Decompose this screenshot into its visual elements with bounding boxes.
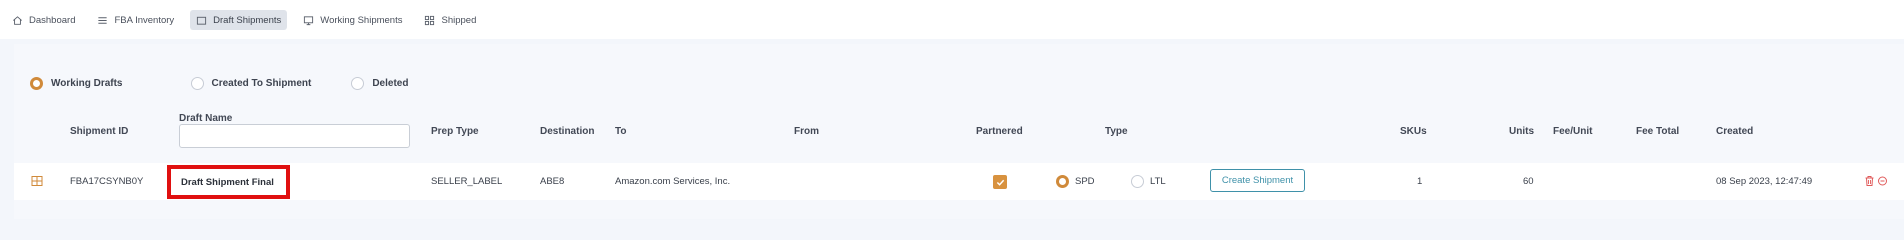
filter-created-to-shipment-radio[interactable] bbox=[190, 76, 204, 90]
column-header-partnered: Partnered bbox=[976, 126, 1023, 137]
create-shipment-button[interactable]: Create Shipment bbox=[1210, 169, 1305, 192]
column-header-shipment-id: Shipment ID bbox=[70, 126, 129, 137]
column-header-type: Type bbox=[1105, 126, 1128, 137]
nav-dashboard[interactable]: Dashboard bbox=[6, 10, 81, 30]
cell-units: 60 bbox=[1523, 176, 1534, 187]
type-ltl-label: LTL bbox=[1150, 176, 1166, 187]
column-header-created: Created bbox=[1716, 126, 1754, 137]
status-filter-group: Working Drafts Created To Shipment Delet… bbox=[30, 76, 408, 90]
cell-destination: ABE8 bbox=[540, 176, 565, 187]
draft-name-text: Draft Shipment Final bbox=[181, 176, 274, 188]
column-header-destination: Destination bbox=[540, 126, 595, 137]
restore-icon[interactable] bbox=[1877, 175, 1888, 187]
nav-working-shipments-label: Working Shipments bbox=[320, 14, 403, 26]
nav-fba-inventory[interactable]: FBA Inventory bbox=[91, 10, 180, 30]
home-icon bbox=[13, 15, 22, 25]
nav-fba-inventory-label: FBA Inventory bbox=[114, 14, 175, 26]
type-ltl-radio[interactable] bbox=[1131, 175, 1144, 188]
column-header-fee-total: Fee Total bbox=[1636, 126, 1680, 137]
nav-draft-shipments[interactable]: Draft Shipments bbox=[190, 10, 288, 30]
column-header-fee-unit: Fee/Unit bbox=[1553, 126, 1593, 137]
filter-working-drafts-radio[interactable] bbox=[30, 76, 43, 90]
column-header-from: From bbox=[794, 126, 819, 137]
type-ltl-option[interactable]: LTL bbox=[1131, 175, 1166, 188]
row-actions bbox=[1864, 175, 1888, 187]
nav-shipped-label: Shipped bbox=[441, 14, 477, 26]
nav-working-shipments[interactable]: Working Shipments bbox=[297, 10, 408, 30]
column-header-to: To bbox=[615, 126, 627, 137]
filter-deleted-label: Deleted bbox=[372, 77, 409, 89]
cell-to: Amazon.com Services, Inc. bbox=[615, 176, 731, 187]
list-icon bbox=[98, 16, 108, 24]
grid-icon bbox=[425, 15, 435, 25]
delete-icon[interactable] bbox=[1864, 175, 1875, 187]
cell-draft-name: Draft Shipment Final bbox=[167, 165, 290, 199]
filter-working-drafts[interactable]: Working Drafts bbox=[30, 76, 123, 90]
filter-deleted[interactable]: Deleted bbox=[351, 76, 409, 90]
draft-name-filter-input[interactable] bbox=[179, 124, 410, 148]
type-spd-radio[interactable] bbox=[1056, 175, 1069, 188]
table-row bbox=[14, 163, 1904, 200]
type-spd-option[interactable]: SPD bbox=[1056, 175, 1095, 188]
monitor-icon bbox=[304, 15, 314, 25]
column-header-skus: SKUs bbox=[1400, 126, 1427, 137]
cell-created: 08 Sep 2023, 12:47:49 bbox=[1716, 176, 1813, 187]
column-header-draft-name: Draft Name bbox=[179, 113, 233, 124]
cell-shipment-id: FBA17CSYNB0Y bbox=[70, 176, 144, 187]
cell-skus: 1 bbox=[1417, 176, 1423, 187]
filter-created-to-shipment-label: Created To Shipment bbox=[211, 77, 312, 89]
nav-shipped[interactable]: Shipped bbox=[418, 10, 482, 30]
partnered-checkbox[interactable] bbox=[993, 175, 1007, 189]
column-header-units: Units bbox=[1509, 126, 1534, 137]
expand-row-icon[interactable] bbox=[31, 175, 43, 187]
nav-dashboard-label: Dashboard bbox=[29, 14, 76, 26]
checkmark-icon bbox=[996, 179, 1004, 186]
filter-deleted-radio[interactable] bbox=[351, 76, 365, 90]
folder-icon bbox=[197, 16, 207, 25]
cell-prep-type: SELLER_LABEL bbox=[431, 176, 503, 187]
filter-created-to-shipment[interactable]: Created To Shipment bbox=[190, 76, 312, 90]
nav-draft-shipments-label: Draft Shipments bbox=[213, 14, 282, 26]
filter-working-drafts-label: Working Drafts bbox=[51, 77, 123, 89]
top-navigation-bar: Dashboard FBA Inventory Draft Shipments … bbox=[0, 0, 1904, 39]
column-header-prep-type: Prep Type bbox=[431, 126, 479, 137]
type-spd-label: SPD bbox=[1075, 176, 1095, 187]
